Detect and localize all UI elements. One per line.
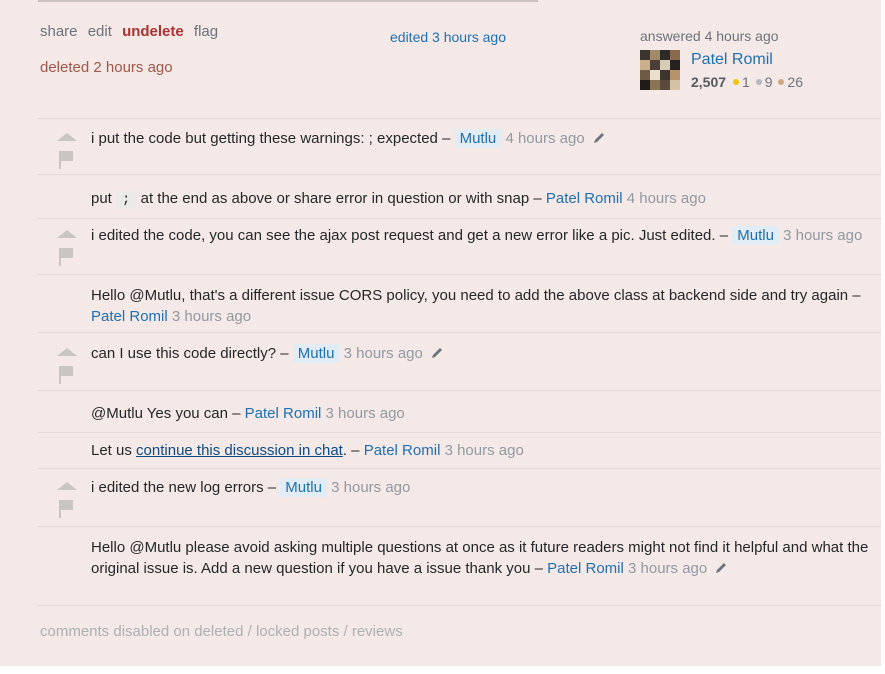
upvote-icon[interactable]: [57, 133, 77, 141]
gold-badge-count: 1: [742, 74, 750, 90]
comment-body: i put the code but getting these warning…: [91, 128, 876, 149]
comment-user[interactable]: Mutlu: [454, 129, 502, 148]
comment-date[interactable]: 3 hours ago: [344, 345, 423, 362]
edit-pencil-icon[interactable]: [430, 346, 444, 360]
divider: [38, 118, 881, 119]
divider: [38, 432, 881, 433]
edit-pencil-icon[interactable]: [592, 131, 606, 145]
divider: [38, 526, 881, 527]
comment-actions: [57, 133, 79, 169]
post-menu: share edit undelete flag: [40, 23, 224, 40]
comment-body: Let us continue this discussion in chat.…: [91, 440, 876, 461]
comment-date[interactable]: 3 hours ago: [172, 308, 251, 325]
undelete-link[interactable]: undelete: [122, 23, 184, 40]
divider: [38, 274, 881, 275]
comment-text: i put the code but getting these warning…: [91, 130, 451, 147]
comment-body: i edited the code, you can see the ajax …: [91, 225, 876, 246]
comment-body: Hello @Mutlu, that's a different issue C…: [91, 285, 876, 327]
flag-icon[interactable]: [59, 248, 75, 266]
divider: [38, 468, 881, 469]
flag-link[interactable]: flag: [194, 23, 218, 40]
user-name-link[interactable]: Patel Romil: [691, 51, 773, 69]
comment-user[interactable]: Patel Romil: [364, 442, 441, 459]
comment-text: Hello @Mutlu, that's a different issue C…: [91, 287, 861, 304]
edit-link[interactable]: edit: [88, 23, 112, 40]
edited-link[interactable]: edited 3 hours ago: [390, 29, 506, 45]
divider: [38, 390, 881, 391]
comment-user[interactable]: Patel Romil: [245, 405, 322, 422]
comment-date[interactable]: 4 hours ago: [627, 190, 706, 207]
comment-text: put: [91, 190, 112, 207]
upvote-icon[interactable]: [57, 230, 77, 238]
comment-body: Hello @Mutlu please avoid asking multipl…: [91, 537, 876, 579]
divider: [38, 174, 881, 175]
divider: [38, 605, 881, 606]
comments-disabled-note: comments disabled on deleted / locked po…: [40, 623, 403, 640]
avatar[interactable]: [640, 50, 680, 90]
flag-icon[interactable]: [59, 500, 75, 518]
silver-badge-icon: [755, 79, 762, 86]
comment-body: @Mutlu Yes you can – Patel Romil 3 hours…: [91, 403, 876, 424]
comment-date[interactable]: 3 hours ago: [331, 479, 410, 496]
comment-text: i edited the code, you can see the ajax …: [91, 227, 729, 244]
flag-icon[interactable]: [59, 366, 75, 384]
divider: [38, 332, 881, 333]
comment-text: can I use this code directly? –: [91, 345, 289, 362]
comment-text: at the end as above or share error in qu…: [140, 190, 542, 207]
bronze-badge-icon: [778, 79, 785, 86]
upvote-icon[interactable]: [57, 482, 77, 490]
silver-badge-count: 9: [764, 74, 773, 90]
comment-actions: [57, 348, 79, 384]
divider: [38, 218, 881, 219]
flag-icon[interactable]: [59, 151, 75, 169]
comment-user[interactable]: Patel Romil: [546, 190, 623, 207]
comment-user[interactable]: Mutlu: [732, 226, 779, 245]
comment-user[interactable]: Patel Romil: [547, 560, 624, 577]
answered-time: answered 4 hours ago: [640, 28, 779, 44]
comment-body: i edited the new log errors – Mutlu 3 ho…: [91, 477, 876, 498]
share-link[interactable]: share: [40, 23, 78, 40]
comment-date[interactable]: 4 hours ago: [505, 130, 584, 147]
upvote-icon[interactable]: [57, 348, 77, 356]
chat-link[interactable]: continue this discussion in chat: [136, 442, 343, 459]
deleted-note: deleted 2 hours ago: [40, 59, 173, 76]
reputation: 2,507 1 9 26: [691, 74, 803, 90]
deleted-answer-panel: share edit undelete flag deleted 2 hours…: [0, 0, 881, 666]
edit-pencil-icon[interactable]: [714, 561, 728, 575]
scrollbar-track: [38, 0, 538, 2]
comment-date[interactable]: 3 hours ago: [628, 560, 707, 577]
comment-text: . –: [342, 442, 360, 459]
comment-user[interactable]: Patel Romil: [91, 308, 168, 325]
comment-user[interactable]: Mutlu: [292, 344, 340, 363]
comment-text: Hello @Mutlu please avoid asking multipl…: [91, 539, 869, 577]
comment-body: can I use this code directly? – Mutlu 3 …: [91, 343, 876, 364]
comment-date[interactable]: 3 hours ago: [783, 227, 862, 244]
comment-actions: [57, 230, 79, 266]
comment-date[interactable]: 3 hours ago: [326, 405, 405, 422]
comment-body: put ; at the end as above or share error…: [91, 188, 876, 211]
inline-code: ;: [116, 191, 137, 209]
comment-actions: [57, 482, 79, 518]
comment-user[interactable]: Mutlu: [280, 478, 327, 497]
user-card: answered 4 hours ago Patel Romil 2,507 1 …: [640, 28, 870, 90]
comment-text: @Mutlu Yes you can –: [91, 405, 241, 422]
comment-date[interactable]: 3 hours ago: [445, 442, 524, 459]
comment-text: i edited the new log errors –: [91, 479, 277, 496]
reputation-score: 2,507: [691, 74, 727, 90]
bronze-badge-count: 26: [787, 74, 803, 90]
gold-badge-icon: [733, 79, 740, 86]
comment-text: Let us: [91, 442, 132, 459]
